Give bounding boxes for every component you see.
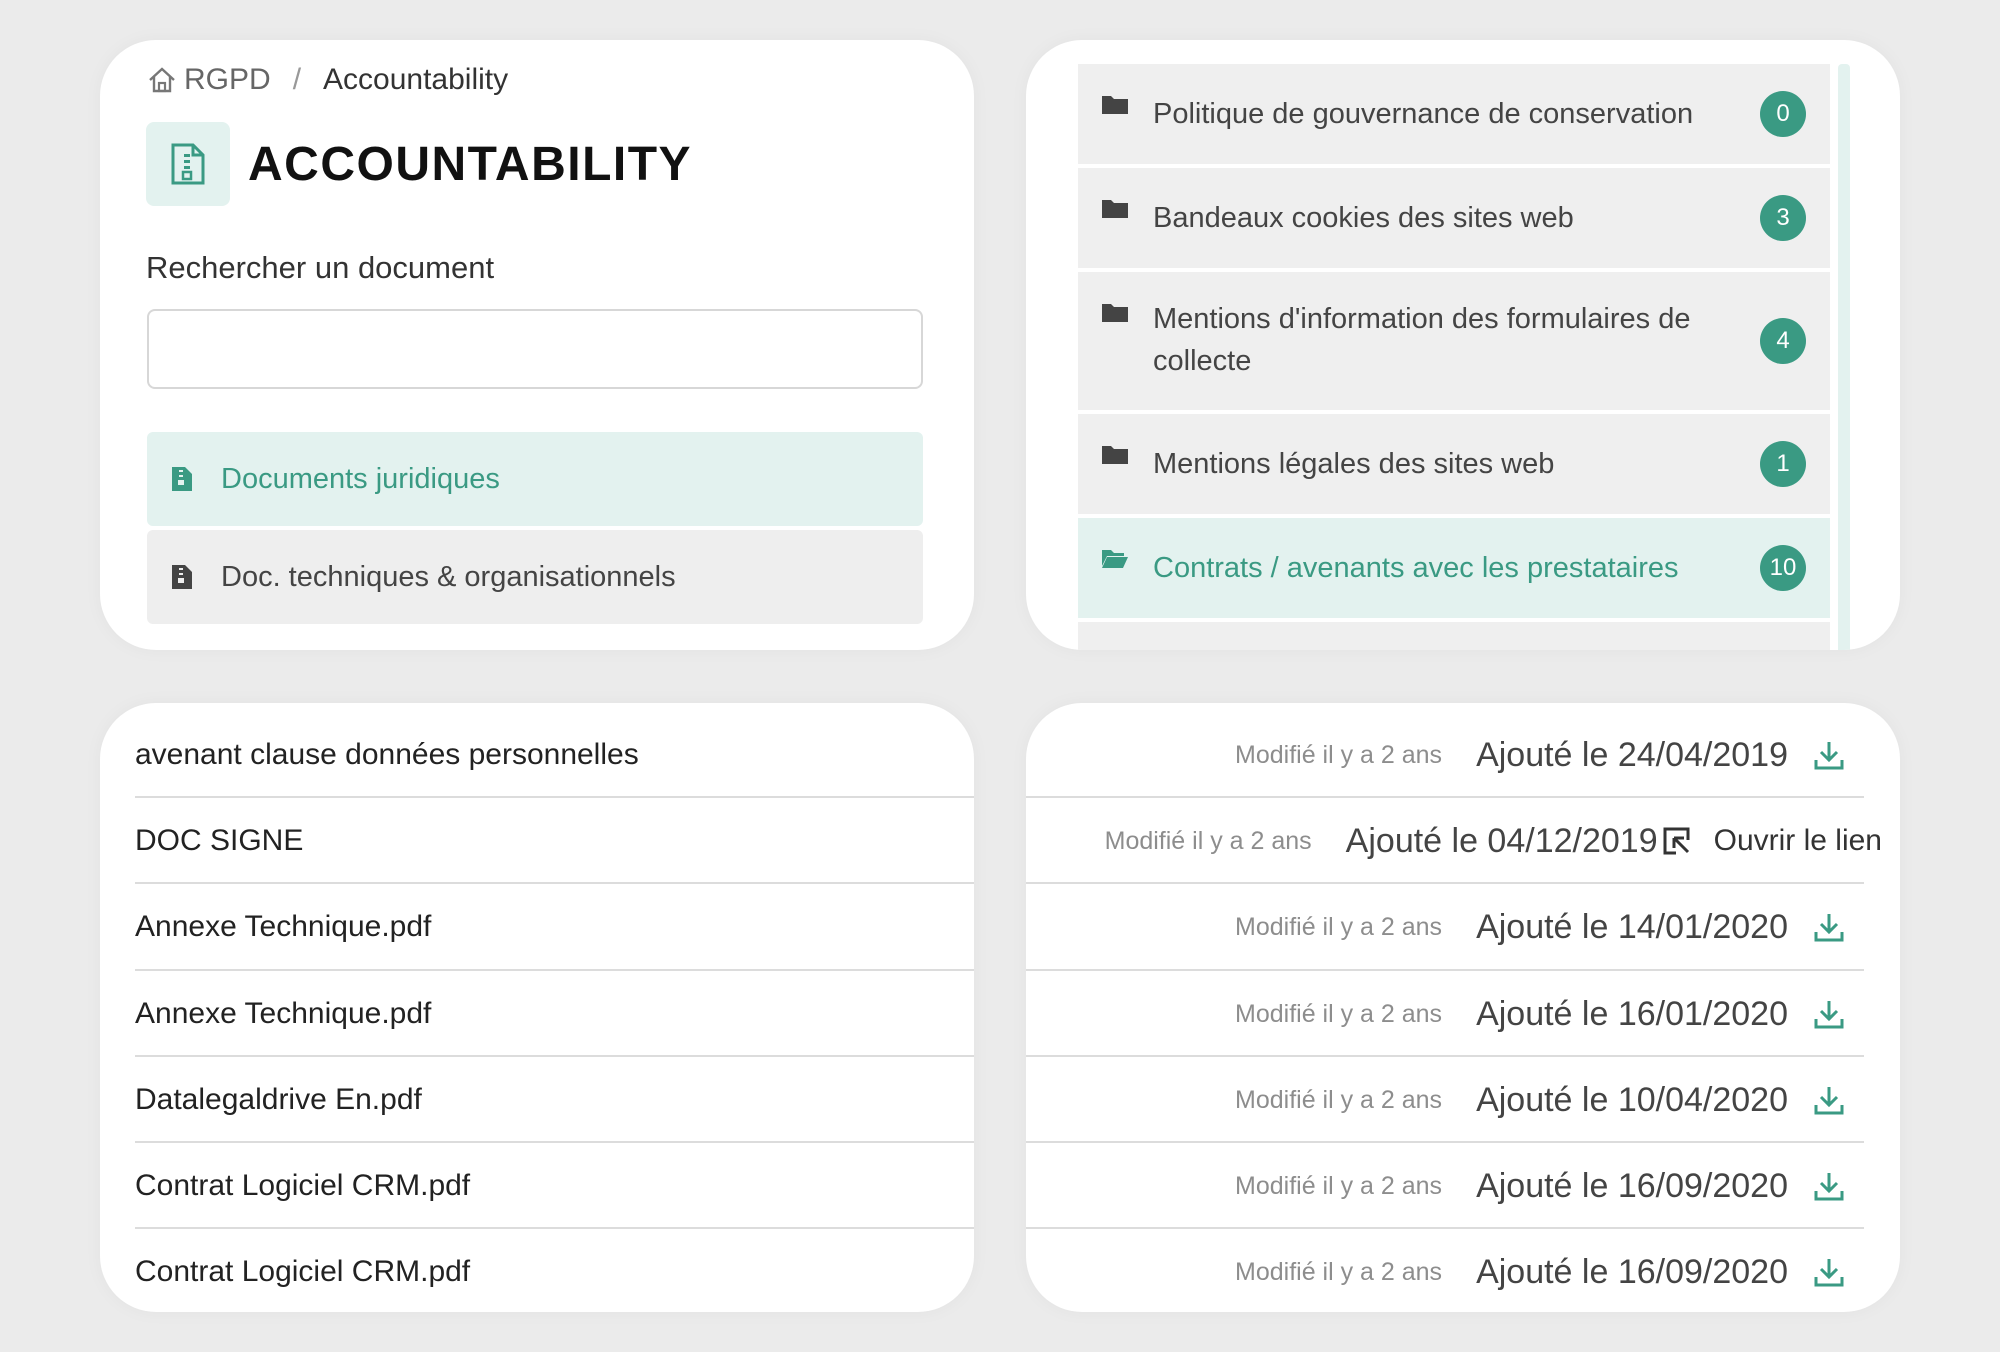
category-documents-juridiques[interactable]: Documents juridiques	[147, 432, 923, 526]
category-label: Doc. techniques & organisationnels	[221, 560, 676, 593]
download-icon[interactable]	[1812, 738, 1846, 772]
added-date: Ajouté le 16/09/2020	[1476, 1166, 1788, 1205]
folder-count-badge: 10	[1760, 545, 1806, 591]
download-icon[interactable]	[1812, 910, 1846, 944]
document-row[interactable]: DOC SIGNE	[135, 799, 974, 883]
document-meta-row: Modifié il y a 2 ans Ajouté le 14/01/2020	[1026, 885, 1864, 969]
folder-icon	[1102, 96, 1128, 114]
modified-date: Modifié il y a 2 ans	[1235, 740, 1443, 769]
folder-label: Bandeaux cookies des sites web	[1153, 202, 1574, 234]
folder-item[interactable]: Bandeaux cookies des sites web 3	[1078, 168, 1830, 268]
download-icon[interactable]	[1812, 1083, 1846, 1117]
folder-icon	[1102, 200, 1128, 218]
modified-date: Modifié il y a 2 ans	[1104, 826, 1312, 855]
modified-date: Modifié il y a 2 ans	[1235, 912, 1443, 941]
row-divider	[135, 1227, 974, 1229]
added-date: Ajouté le 14/01/2020	[1476, 907, 1788, 946]
folders-panel: Politique de gouvernance de conservation…	[1026, 40, 1900, 650]
row-divider	[1026, 1227, 1864, 1229]
folder-label: Politique de gouvernance de conservation	[1153, 98, 1694, 130]
row-divider	[1026, 1055, 1864, 1057]
accountability-panel: RGPD / Accountability ACCOUNTABILITY Rec…	[100, 40, 974, 650]
breadcrumb-home-link[interactable]: RGPD	[184, 63, 271, 97]
scrollbar[interactable]	[1838, 64, 1850, 650]
external-link-icon[interactable]	[1662, 826, 1692, 856]
category-doc-techniques[interactable]: Doc. techniques & organisationnels	[147, 530, 923, 624]
document-meta-row: Modifié il y a 2 ans Ajouté le 24/04/2019	[1026, 713, 1864, 797]
document-name[interactable]: Datalegaldrive En.pdf	[135, 1083, 422, 1117]
document-meta-panel: Modifié il y a 2 ans Ajouté le 24/04/2019…	[1026, 703, 1900, 1312]
folder-item[interactable]: Mentions d'information des formulaires d…	[1078, 272, 1830, 410]
document-row[interactable]: Contrat Logiciel CRM.pdf	[135, 1230, 974, 1312]
page-header: ACCOUNTABILITY	[146, 122, 692, 206]
folder-label: Mentions d'information des formulaires d…	[1153, 303, 1691, 377]
download-icon[interactable]	[1812, 1255, 1846, 1289]
added-date: Ajouté le 16/09/2020	[1476, 1252, 1788, 1291]
document-name[interactable]: Contrat Logiciel CRM.pdf	[135, 1255, 470, 1289]
folder-count-badge: 3	[1760, 195, 1806, 241]
document-meta-row: Modifié il y a 2 ans Ajouté le 04/12/2019…	[1026, 799, 1882, 883]
document-name[interactable]: Annexe Technique.pdf	[135, 997, 431, 1031]
folder-count-badge: 4	[1760, 318, 1806, 364]
document-meta-row: Modifié il y a 2 ans Ajouté le 16/09/2020	[1026, 1144, 1864, 1228]
document-meta-row: Modifié il y a 2 ans Ajouté le 16/01/2020	[1026, 972, 1864, 1056]
category-label: Documents juridiques	[221, 462, 500, 495]
row-divider	[135, 882, 974, 884]
folder-count-badge: 1	[1760, 441, 1806, 487]
download-icon[interactable]	[1812, 997, 1846, 1031]
folder-label: Mentions légales des sites web	[1153, 448, 1555, 480]
document-meta-row: Modifié il y a 2 ans Ajouté le 10/04/2020	[1026, 1058, 1864, 1142]
folder-item[interactable]: Politique de gouvernance de conservation…	[1078, 64, 1830, 164]
download-icon[interactable]	[1812, 1169, 1846, 1203]
folder-count-badge: 0	[1760, 91, 1806, 137]
added-date: Ajouté le 16/01/2020	[1476, 994, 1788, 1033]
breadcrumb-separator: /	[292, 63, 302, 96]
document-icon	[172, 467, 192, 491]
document-name[interactable]: Contrat Logiciel CRM.pdf	[135, 1169, 470, 1203]
folder-item-partial[interactable]	[1078, 622, 1830, 650]
modified-date: Modifié il y a 2 ans	[1235, 1171, 1443, 1200]
row-divider	[135, 796, 974, 798]
document-icon	[146, 122, 230, 206]
document-row[interactable]: Annexe Technique.pdf	[135, 885, 974, 969]
document-name[interactable]: Annexe Technique.pdf	[135, 910, 431, 944]
document-row[interactable]: Annexe Technique.pdf	[135, 972, 974, 1056]
modified-date: Modifié il y a 2 ans	[1235, 1257, 1443, 1286]
row-divider	[1026, 1141, 1864, 1143]
document-name[interactable]: DOC SIGNE	[135, 824, 303, 858]
page-title: ACCOUNTABILITY	[248, 137, 693, 191]
breadcrumb: RGPD / Accountability	[146, 60, 508, 100]
home-icon[interactable]	[146, 64, 178, 96]
document-row[interactable]: Contrat Logiciel CRM.pdf	[135, 1144, 974, 1228]
row-divider	[1026, 796, 1864, 798]
document-row[interactable]: avenant clause données personnelles	[135, 713, 974, 797]
added-date: Ajouté le 24/04/2019	[1476, 735, 1788, 774]
folder-icon	[1102, 446, 1128, 464]
added-date: Ajouté le 10/04/2020	[1476, 1080, 1788, 1119]
row-divider	[135, 1141, 974, 1143]
modified-date: Modifié il y a 2 ans	[1235, 999, 1443, 1028]
row-divider	[1026, 969, 1864, 971]
folder-icon	[1102, 304, 1128, 322]
search-label: Rechercher un document	[146, 250, 495, 285]
search-input[interactable]	[147, 309, 923, 389]
modified-date: Modifié il y a 2 ans	[1235, 1085, 1443, 1114]
document-icon	[172, 565, 192, 589]
breadcrumb-current: Accountability	[323, 63, 509, 96]
added-date: Ajouté le 04/12/2019	[1345, 821, 1658, 860]
folder-label: Contrats / avenants avec les prestataire…	[1153, 552, 1679, 584]
document-meta-row: Modifié il y a 2 ans Ajouté le 16/09/2020	[1026, 1230, 1864, 1312]
document-row[interactable]: Datalegaldrive En.pdf	[135, 1058, 974, 1142]
document-names-panel: avenant clause données personnelles DOC S…	[100, 703, 974, 1312]
row-divider	[1026, 882, 1864, 884]
folder-item[interactable]: Mentions légales des sites web 1	[1078, 414, 1830, 514]
row-divider	[135, 969, 974, 971]
open-link-button[interactable]: Ouvrir le lien	[1714, 824, 1882, 858]
document-name[interactable]: avenant clause données personnelles	[135, 738, 639, 772]
row-divider	[135, 1055, 974, 1057]
folder-open-icon	[1102, 550, 1128, 568]
folder-item-active[interactable]: Contrats / avenants avec les prestataire…	[1078, 518, 1830, 618]
